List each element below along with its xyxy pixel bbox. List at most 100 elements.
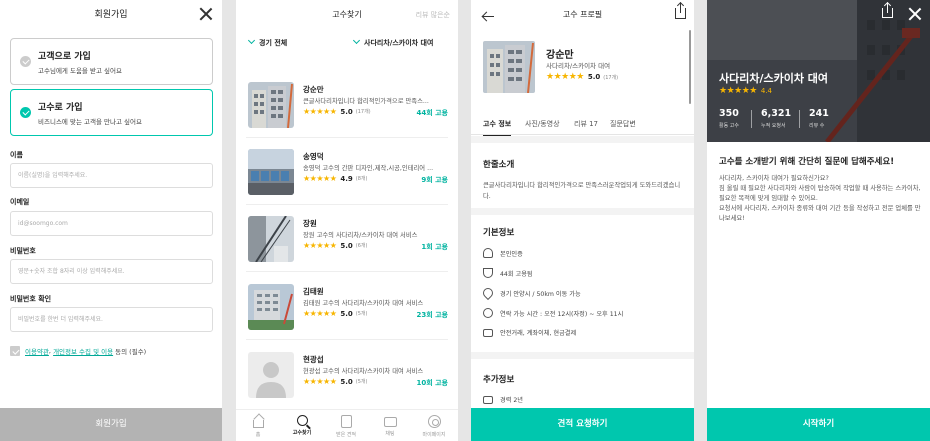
search-title: 고수찾기 xyxy=(332,10,362,19)
agree-checkbox[interactable] xyxy=(10,346,20,356)
pro-rating: ★★★★★ 5.0 (17개) xyxy=(303,107,371,116)
stat-label: 누적 요청서 xyxy=(761,123,786,129)
pro-signup-option[interactable]: 고수로 가입 비즈니스에 맞는 고객을 만나고 싶어요 xyxy=(10,89,213,136)
pro-photo xyxy=(248,149,294,195)
customer-signup-option[interactable]: 고객으로 가입 고수님에게 도움을 받고 싶어요 xyxy=(10,38,213,85)
description-line: 짐 올릴 때 필요한 사다리차와 사람이 탑승하여 작업할 때 사용하는 스카이… xyxy=(719,185,921,202)
sort-option[interactable]: 리뷰 많은순 xyxy=(416,0,450,30)
search-icon xyxy=(296,415,308,426)
password-field[interactable]: 영문+숫자 조합 8자리 이상 입력해주세요. xyxy=(10,259,213,284)
name-field[interactable]: 이름(실명)을 입력해주세요. xyxy=(10,163,213,188)
service-description: 사다리차, 스카이차 대여가 필요하신가요? 짐 올릴 때 필요한 사다리차와 … xyxy=(719,174,924,224)
email-field[interactable]: id@soomgo.com xyxy=(10,211,213,236)
stat-reviews: 241 리뷰 수 xyxy=(809,108,829,129)
tab-photos-videos[interactable]: 사진/동영상 xyxy=(525,119,560,129)
option-title: 고수로 가입 xyxy=(38,103,83,113)
home-icon xyxy=(252,420,264,428)
tab-home[interactable]: 홈 xyxy=(236,415,280,438)
stat-value: 350 xyxy=(719,108,739,119)
share-icon[interactable] xyxy=(882,3,893,18)
pro-photo xyxy=(248,216,294,262)
category-filter[interactable]: 사다리차/스카이차 대여 xyxy=(352,36,434,48)
service-title: 사다리차/스카이차 대여 xyxy=(719,72,829,85)
pro-list-item[interactable]: 김태원 김태원 고수의 사다리차/스카이차 대여 서비스 ★★★★★ 5.0 (5개… xyxy=(246,282,448,342)
close-icon[interactable] xyxy=(908,7,922,21)
clock-icon xyxy=(483,308,493,318)
close-icon[interactable] xyxy=(199,7,213,21)
tab-reviews[interactable]: 리뷰 17 xyxy=(574,119,598,129)
section-gap xyxy=(471,136,694,143)
description-line: 요청서에 사다리차, 스카이차 종류와 대여 기간 등을 작성하고 전문 업체를… xyxy=(719,205,921,222)
category-filter-label: 사다리차/스카이차 대여 xyxy=(364,39,434,47)
share-icon[interactable] xyxy=(675,3,686,19)
tab-my-page[interactable]: 마이페이지 xyxy=(412,415,456,438)
name-label: 이름 xyxy=(10,151,23,159)
signup-button[interactable]: 회원가입 xyxy=(0,408,222,441)
pro-description: 김태원 고수의 사다리차/스카이차 대여 서비스 xyxy=(303,300,424,307)
profile-title: 고수 프로필 xyxy=(562,10,603,19)
hire-count: 23회 고용 xyxy=(416,311,449,319)
bottom-tab-bar: 홈 고수찾기 받은 견적 채팅 마이페이지 xyxy=(236,409,458,441)
star-rating-icon: ★★★★★ xyxy=(719,86,757,96)
pro-list-item[interactable]: 장원 장원 고수의 사다리차/스카이차 대여 서비스 ★★★★★ 5.0 (6개) … xyxy=(246,214,448,274)
stat-divider xyxy=(751,110,752,128)
region-filter-label: 경기 전체 xyxy=(259,39,288,47)
pro-description: 장원 고수의 사다리차/스카이차 대여 서비스 xyxy=(303,232,418,239)
info-text: 경기 안양시 / 50km 이동 가능 xyxy=(500,290,581,298)
pro-name: 송영덕 xyxy=(303,152,324,161)
pro-rating: ★★★★★ 4.9 (8개) xyxy=(303,174,367,183)
rating-score: 5.0 xyxy=(340,377,353,386)
info-text: 안전거래, 계좌이체, 현금결제 xyxy=(500,330,577,337)
tab-chat[interactable]: 채팅 xyxy=(368,415,412,437)
pro-list-item[interactable]: 현광섭 현광섭 고수의 사다리차/스카이차 대여 서비스 ★★★★★ 5.0 (5개… xyxy=(246,350,448,410)
privacy-link[interactable]: 개인정보 수집 및 이용 xyxy=(53,346,113,356)
divider xyxy=(246,339,448,340)
star-rating-icon: ★★★★★ xyxy=(303,377,337,386)
info-text: 본인인증 xyxy=(500,250,523,258)
info-text: 44회 고용됨 xyxy=(500,270,533,278)
stat-label: 활동 고수 xyxy=(719,123,739,129)
pro-list-item[interactable]: 강순만 큰글사다리차입니다 합리적인가격으로 만족스... ★★★★★ 5.0 (1… xyxy=(246,80,448,140)
stat-label: 리뷰 수 xyxy=(809,123,825,129)
scrollbar[interactable] xyxy=(689,30,691,104)
intro-text: 큰글사다리차입니다 합리적인가격으로 만족스러운작업되게 도와드리겠습니다. xyxy=(483,182,681,200)
review-count: (5개) xyxy=(355,379,368,385)
password-confirm-field[interactable]: 비밀번호를 한번 더 입력해주세요. xyxy=(10,307,213,332)
start-button[interactable]: 시작하기 xyxy=(707,408,930,441)
pro-rating: ★★★★★ 5.0 (5개) xyxy=(303,309,367,318)
region-filter[interactable]: 경기 전체 xyxy=(247,36,288,48)
trophy-icon xyxy=(483,268,493,278)
terms-agreement: 이용약관 , 개인정보 수집 및 이용 동의 (필수) xyxy=(10,346,146,356)
divider xyxy=(246,204,448,205)
option-desc: 비즈니스에 맞는 고객을 만나고 싶어요 xyxy=(38,118,142,126)
pro-name: 김태원 xyxy=(303,287,324,296)
pro-description: 큰글사다리차입니다 합리적인가격으로 만족스... xyxy=(303,98,429,105)
tab-label: 채팅 xyxy=(385,431,395,437)
star-rating-icon: ★★★★★ xyxy=(546,72,584,82)
review-count: (5개) xyxy=(355,311,368,317)
basic-info-heading: 기본정보 xyxy=(483,228,515,238)
location-icon xyxy=(480,285,496,301)
agree-suffix: 동의 (필수) xyxy=(113,348,147,356)
hire-count: 44회 고용 xyxy=(416,109,449,117)
pro-photo xyxy=(483,41,535,93)
terms-link[interactable]: 이용약관 xyxy=(25,346,49,356)
tab-received-quotes[interactable]: 받은 견적 xyxy=(324,415,368,438)
request-quote-button[interactable]: 견적 요청하기 xyxy=(471,408,694,441)
review-count: (6개) xyxy=(355,243,368,249)
info-location: 경기 안양시 / 50km 이동 가능 xyxy=(480,285,581,301)
description-line: 사다리차, 스카이차 대여가 필요하신가요? xyxy=(719,175,829,182)
pro-list-item[interactable]: 송영덕 송영덕 고수의 간판 디자인,제작,시공,인테리어 ... ★★★★★ 4… xyxy=(246,147,448,207)
tab-find-pro[interactable]: 고수찾기 xyxy=(280,415,324,436)
tab-qna[interactable]: 질문답변 xyxy=(610,119,636,129)
pro-rating: ★★★★★ 5.0 (17개) xyxy=(546,72,618,82)
search-header: 고수찾기 리뷰 많은순 xyxy=(236,0,458,30)
extra-info-heading: 추가정보 xyxy=(483,375,515,385)
option-title: 고객으로 가입 xyxy=(38,52,91,62)
pro-name: 강순만 xyxy=(546,50,574,61)
section-gap xyxy=(471,352,694,359)
divider xyxy=(246,137,448,138)
pro-description: 현광섭 고수의 사다리차/스카이차 대여 서비스 xyxy=(303,368,424,375)
back-arrow-icon[interactable] xyxy=(482,10,494,20)
tab-pro-info[interactable]: 고수 정보 xyxy=(483,119,512,137)
